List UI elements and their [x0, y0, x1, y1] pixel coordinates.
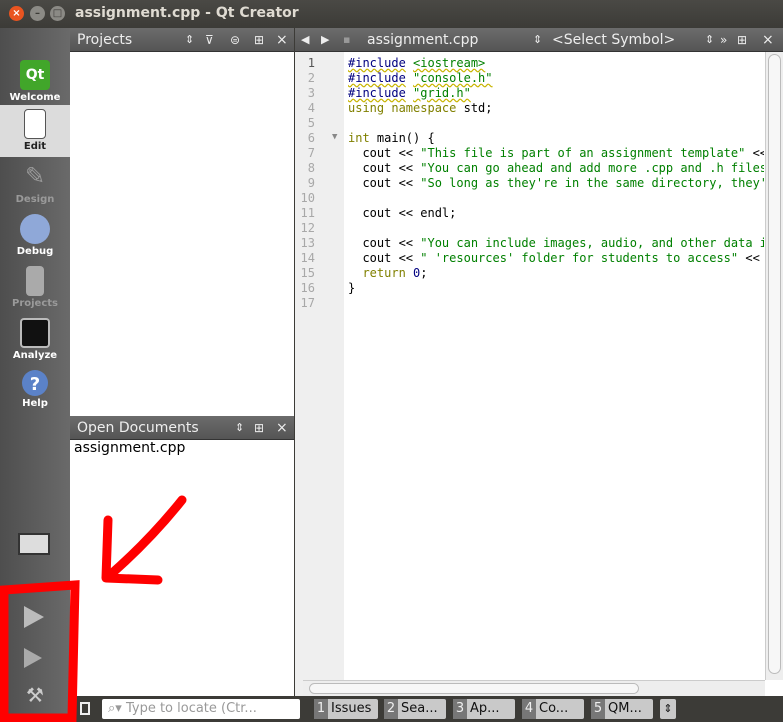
red-annotation [0, 495, 187, 722]
annotation-arrow-shaft [105, 495, 187, 580]
annotation-box [0, 580, 80, 722]
